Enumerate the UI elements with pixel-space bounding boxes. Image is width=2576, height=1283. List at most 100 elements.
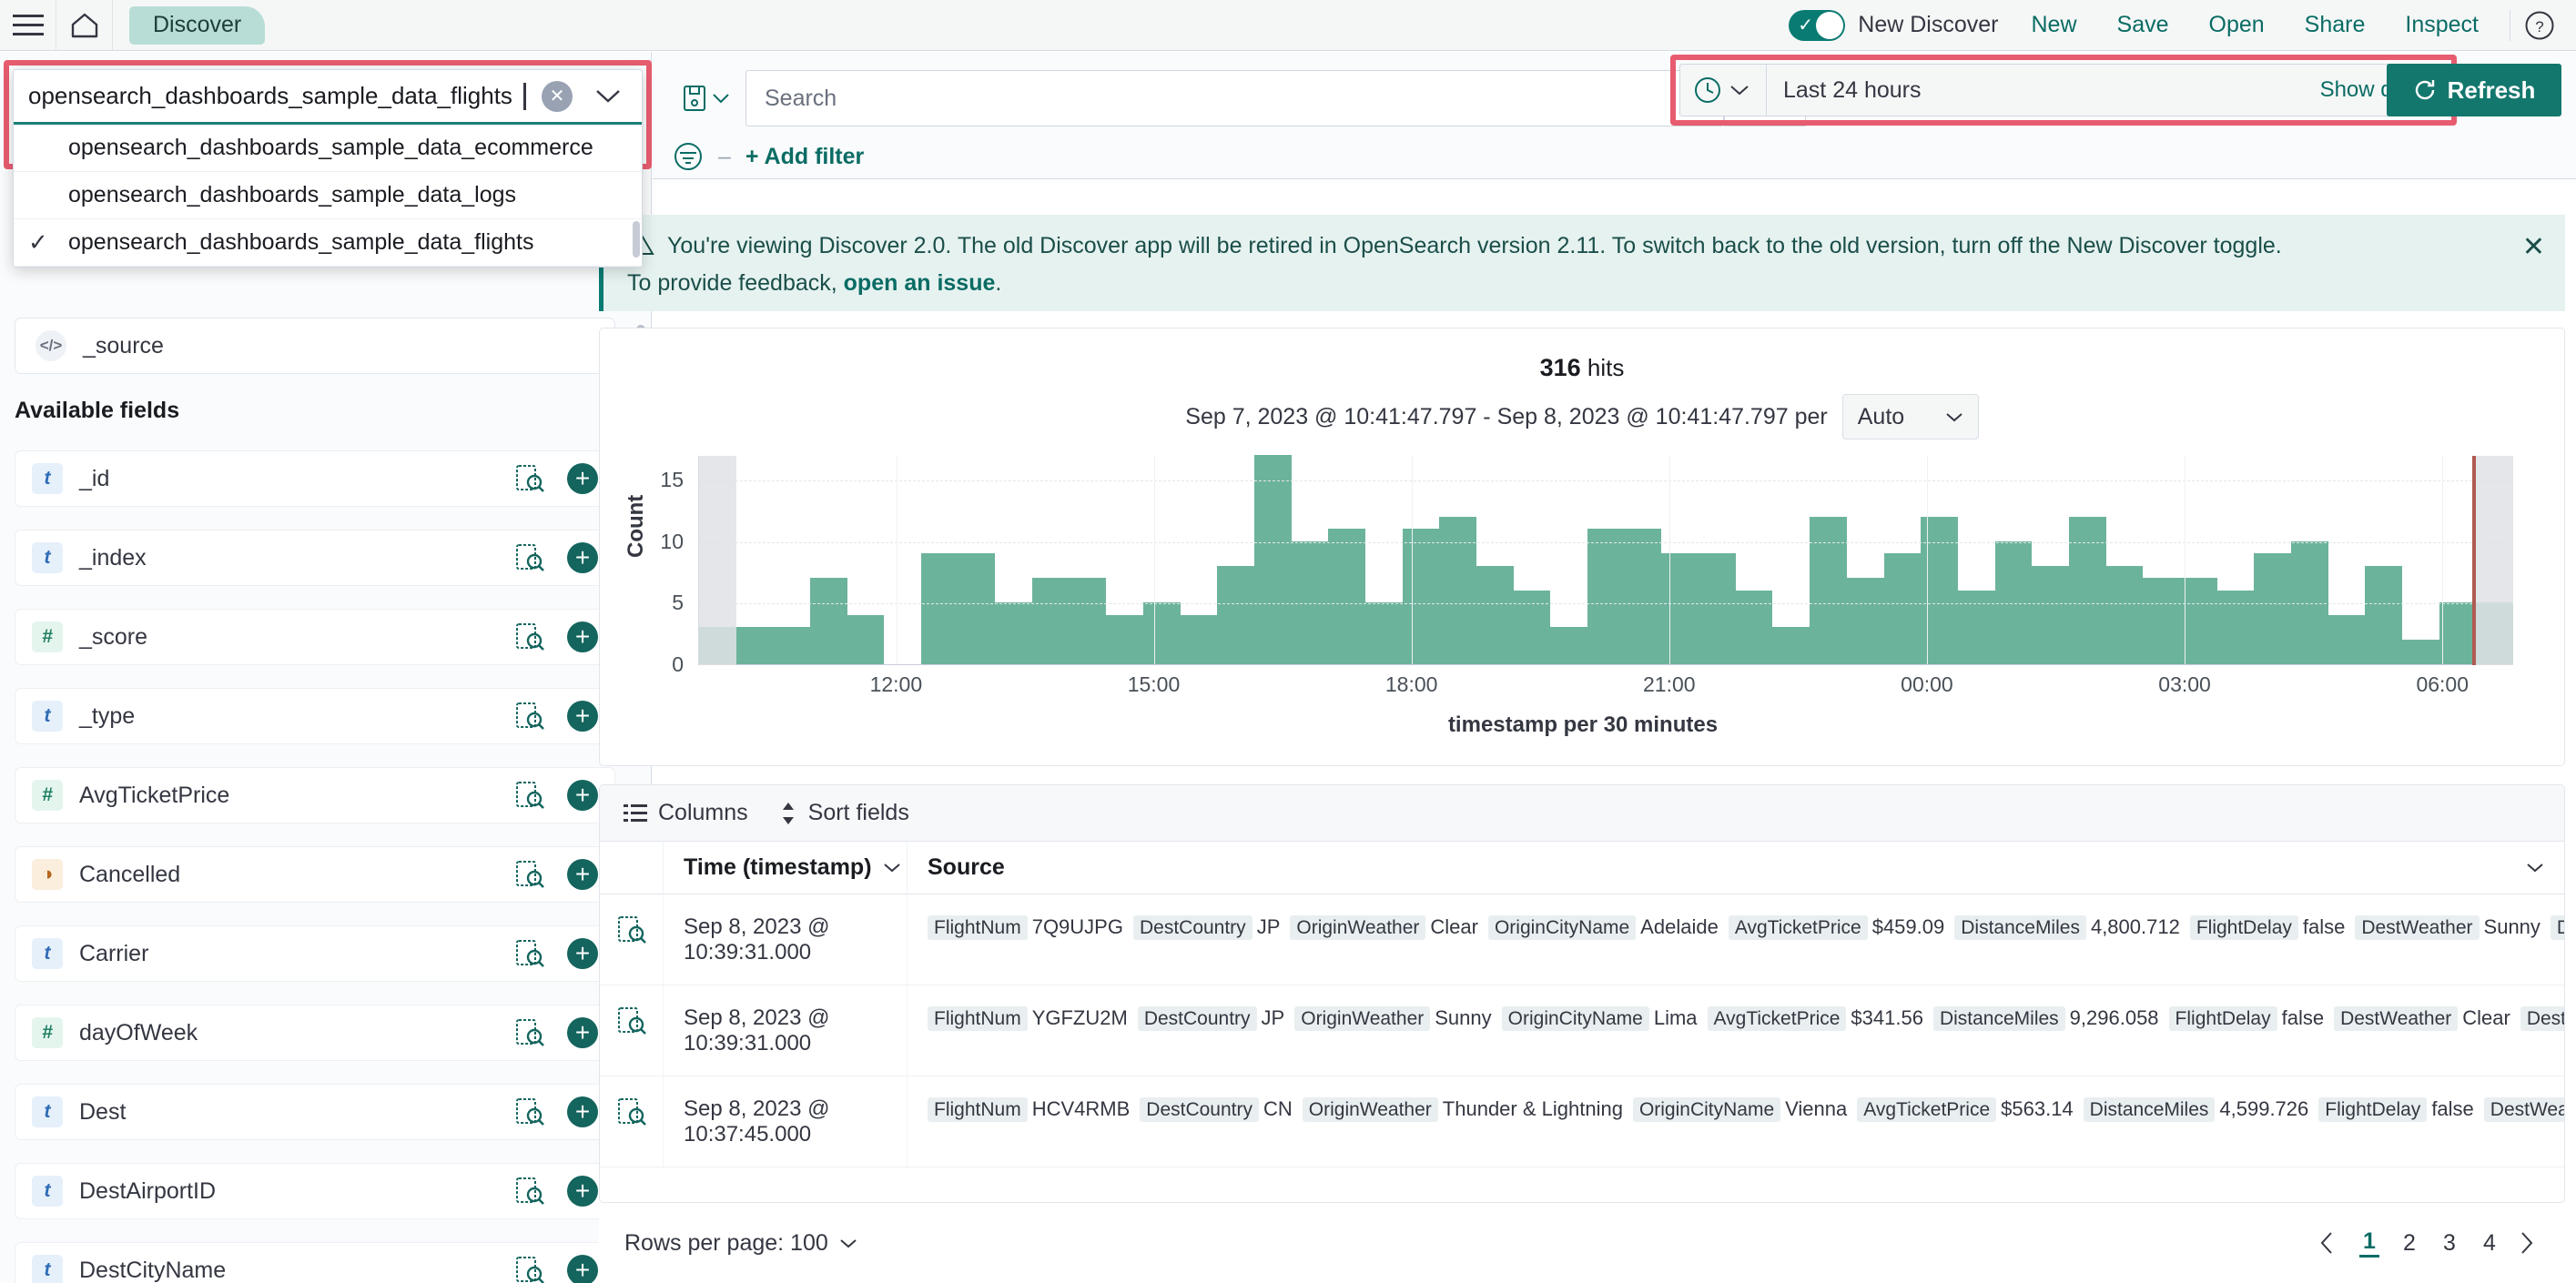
page-link-1[interactable]: 1 [2359, 1228, 2379, 1258]
histogram-bar[interactable] [1365, 602, 1403, 664]
histogram-bar[interactable] [1143, 602, 1181, 664]
field-details-icon[interactable] [514, 938, 545, 969]
histogram-bar[interactable] [2401, 639, 2439, 664]
histogram-bar[interactable] [1180, 614, 1218, 664]
home-icon[interactable] [56, 0, 113, 51]
histogram-bar[interactable] [1254, 455, 1292, 664]
header-link-inspect[interactable]: Inspect [2385, 12, 2499, 38]
add-field-icon[interactable]: + [567, 938, 598, 969]
histogram-bar[interactable] [1661, 553, 1699, 664]
chevron-down-icon[interactable] [2526, 862, 2544, 874]
page-link-2[interactable]: 2 [2399, 1230, 2419, 1257]
histogram-bar[interactable] [810, 578, 847, 664]
field-details-icon[interactable] [514, 859, 545, 890]
chevron-down-icon[interactable] [883, 862, 901, 874]
histogram-bar[interactable] [847, 614, 885, 664]
histogram-bar[interactable] [2143, 578, 2180, 664]
options-scrollbar-thumb[interactable] [633, 221, 640, 258]
chevron-down-icon[interactable] [594, 88, 622, 105]
histogram-bar[interactable] [1106, 614, 1144, 664]
histogram-bar[interactable] [921, 553, 958, 664]
add-field-icon[interactable]: + [567, 1176, 598, 1207]
sidebar-field-_source[interactable]: </> _source [15, 318, 615, 374]
histogram-bar[interactable] [735, 627, 774, 664]
sidebar-field-Cancelled[interactable]: ◑ Cancelled + [15, 846, 615, 903]
field-details-icon[interactable] [514, 542, 545, 573]
expand-document-icon[interactable] [600, 1076, 664, 1167]
save-query-button[interactable] [673, 70, 740, 126]
histogram-bar[interactable] [1513, 590, 1551, 664]
histogram-bar[interactable] [1439, 516, 1477, 664]
header-link-save[interactable]: Save [2097, 12, 2189, 38]
histogram-bar[interactable] [958, 553, 996, 664]
tab-discover[interactable]: Discover [129, 5, 266, 45]
histogram-bar[interactable] [773, 627, 811, 664]
add-field-icon[interactable]: + [567, 859, 598, 890]
field-details-icon[interactable] [514, 780, 545, 811]
histogram-bar[interactable] [1883, 553, 1922, 664]
add-field-icon[interactable]: + [567, 780, 598, 811]
histogram-bar[interactable] [1810, 516, 1847, 664]
open-an-issue-link[interactable]: open an issue [844, 270, 996, 296]
index-pattern-option[interactable]: opensearch_dashboards_sample_data_logs [14, 172, 642, 219]
sidebar-field-Dest[interactable]: t Dest + [15, 1084, 615, 1140]
table-row[interactable]: Sep 8, 2023 @ 10:37:45.000 FlightNum HCV4R… [600, 1076, 2564, 1167]
interval-select[interactable]: Auto [1841, 394, 1979, 439]
add-filter-button[interactable]: + Add filter [745, 144, 864, 170]
add-field-icon[interactable]: + [567, 621, 598, 652]
histogram-bar[interactable] [2068, 516, 2106, 664]
add-field-icon[interactable]: + [567, 463, 598, 494]
field-details-icon[interactable] [514, 463, 545, 494]
sidebar-field-_type[interactable]: t _type + [15, 688, 615, 744]
sidebar-field-Carrier[interactable]: t Carrier + [15, 925, 615, 982]
histogram-bar[interactable] [1217, 565, 1255, 664]
histogram-bar[interactable] [995, 602, 1033, 664]
add-field-icon[interactable]: + [567, 701, 598, 732]
histogram-bar[interactable] [2032, 565, 2069, 664]
histogram-bar[interactable] [2328, 614, 2366, 664]
histogram-bar[interactable] [1735, 590, 1773, 664]
index-pattern-input[interactable]: opensearch_dashboards_sample_data_flight… [14, 70, 642, 125]
histogram-bar[interactable] [1402, 529, 1440, 664]
filter-icon[interactable] [673, 141, 704, 172]
histogram-bar[interactable] [1328, 529, 1366, 664]
search-input[interactable] [763, 84, 1707, 113]
header-link-open[interactable]: Open [2189, 12, 2285, 38]
histogram-bar[interactable] [2105, 565, 2144, 664]
help-circle-icon[interactable]: ? [2521, 7, 2558, 44]
field-details-icon[interactable] [514, 1255, 545, 1283]
sort-fields-button[interactable]: Sort fields [779, 800, 909, 826]
add-field-icon[interactable]: + [567, 1096, 598, 1127]
histogram-bar[interactable] [2365, 565, 2402, 664]
close-icon[interactable]: ✕ [2522, 231, 2545, 263]
sidebar-field-_score[interactable]: # _score + [15, 609, 615, 665]
add-field-icon[interactable]: + [567, 542, 598, 573]
clock-icon[interactable] [1693, 76, 1722, 105]
page-link-3[interactable]: 3 [2439, 1230, 2459, 1257]
sidebar-field-_index[interactable]: t _index + [15, 530, 615, 586]
field-details-icon[interactable] [514, 1176, 545, 1207]
date-range-picker[interactable]: Last 24 hours Show dates [1679, 64, 2448, 116]
histogram-bar[interactable] [1587, 529, 1625, 664]
histogram-bar[interactable] [1032, 578, 1070, 664]
histogram-bar[interactable] [2216, 590, 2255, 664]
sidebar-field-DestAirportID[interactable]: t DestAirportID + [15, 1163, 615, 1219]
sidebar-field-_id[interactable]: t _id + [15, 450, 615, 507]
histogram-bar[interactable] [1699, 553, 1736, 664]
add-field-icon[interactable]: + [567, 1017, 598, 1048]
histogram-bar[interactable] [1846, 578, 1884, 664]
histogram-bar[interactable] [1476, 565, 1514, 664]
histogram-bar[interactable] [1069, 578, 1107, 664]
clear-x-icon[interactable]: ✕ [542, 80, 573, 112]
sidebar-field-AvgTicketPrice[interactable]: # AvgTicketPrice + [15, 767, 615, 823]
sidebar-field-DestCityName[interactable]: t DestCityName + [15, 1242, 615, 1283]
sidebar-field-dayOfWeek[interactable]: # dayOfWeek + [15, 1005, 615, 1061]
histogram-bar[interactable] [1624, 529, 1662, 664]
new-discover-toggle[interactable]: ✓ [1789, 9, 1846, 41]
field-details-icon[interactable] [514, 1096, 545, 1127]
field-details-icon[interactable] [514, 621, 545, 652]
chevron-down-icon[interactable] [1729, 84, 1749, 96]
expand-document-icon[interactable] [600, 985, 664, 1076]
histogram-bar[interactable] [1772, 627, 1810, 664]
field-details-icon[interactable] [514, 701, 545, 732]
